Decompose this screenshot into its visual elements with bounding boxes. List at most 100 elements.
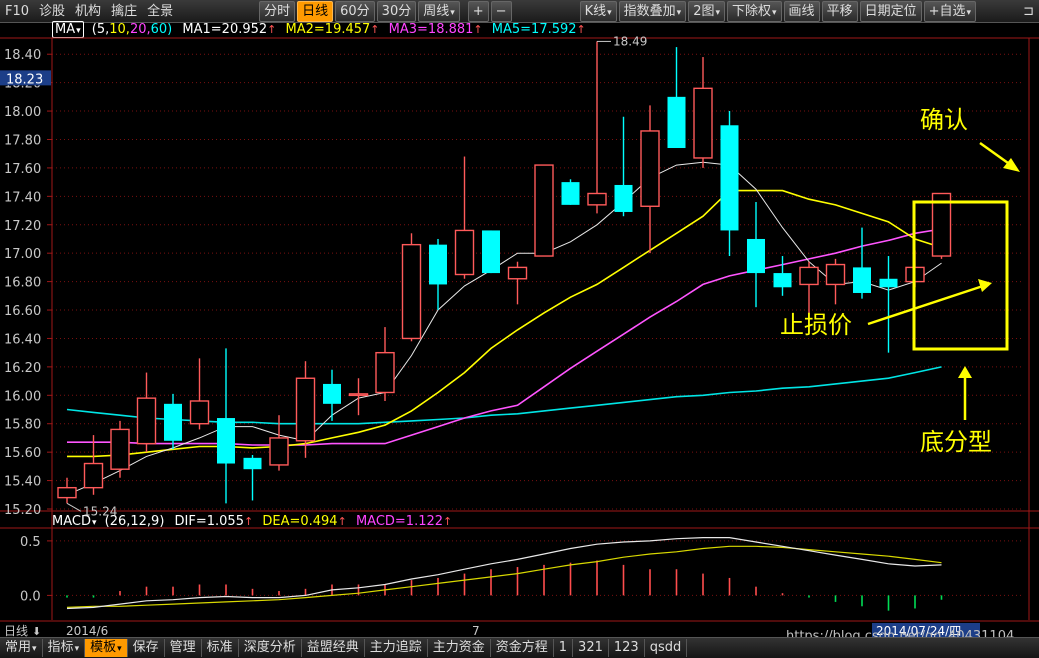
tab-template[interactable]: 模板▾	[85, 639, 128, 657]
candle	[429, 238, 447, 311]
grid-lines	[52, 53, 1023, 510]
candle-body	[269, 437, 289, 466]
candle	[454, 156, 475, 279]
bottom-tab-bar: 常用▾ 指标▾ 模板▾ 保存 管理 标准 深度分析 益盟经典 主力追踪 主力资金…	[0, 637, 1039, 658]
candle	[879, 256, 898, 353]
candle-body	[454, 229, 475, 276]
chevron-down-icon: ▾	[76, 26, 81, 36]
candle	[905, 250, 925, 288]
candle-body	[110, 428, 130, 470]
institution-button[interactable]: 机构	[71, 2, 105, 21]
overview-button[interactable]: 全景	[143, 2, 177, 21]
tab-indicator[interactable]: 指标▾	[43, 639, 86, 657]
date-locate-button[interactable]: 日期定位	[859, 0, 922, 22]
tab-main-force-tracking[interactable]: 主力追踪	[365, 639, 428, 657]
catch-dealer-button[interactable]: 擒庄	[107, 2, 141, 21]
diagnose-button[interactable]: 诊股	[35, 2, 69, 21]
period-intraday-tab[interactable]: 分时	[259, 0, 296, 22]
dif-value: DIF=1.055	[174, 514, 244, 529]
period-weekly-label: 周线	[423, 3, 450, 19]
candle-body	[507, 266, 528, 280]
candle	[931, 192, 952, 259]
candle-body	[905, 266, 925, 283]
tab-standard[interactable]: 标准	[202, 639, 239, 657]
ma-indicator-button[interactable]: MA▾	[52, 21, 84, 38]
price-tick-label: 15.40	[4, 475, 41, 490]
chevron-down-icon: ▾	[607, 7, 612, 18]
ma1-value: MA1=20.952	[182, 22, 268, 37]
ma5-line	[66, 366, 942, 425]
pan-button[interactable]: 平移	[821, 0, 858, 22]
ma-param-2: 10,	[109, 22, 130, 37]
watchlist-dropdown[interactable]: +自选▾	[923, 0, 977, 22]
candle-body	[401, 243, 422, 340]
tab-fund-equation[interactable]: 资金方程	[491, 639, 554, 657]
f10-button[interactable]: F10	[1, 2, 33, 21]
zoom-out-button[interactable]: −	[490, 0, 512, 22]
current-price-label: 18.23	[6, 72, 43, 87]
chevron-down-icon: ▾	[91, 518, 97, 528]
confirm-annotation: 确认	[920, 106, 968, 134]
up-arrow-icon: ↑	[267, 23, 277, 36]
dea-line	[66, 545, 942, 608]
stoploss-annotation: 止损价	[780, 311, 852, 339]
candle-body	[348, 393, 369, 397]
two-charts-dropdown[interactable]: 2图▾	[688, 0, 725, 22]
candle	[825, 258, 846, 305]
period-daily-tab[interactable]: 日线	[297, 0, 334, 22]
tab-common[interactable]: 常用▾	[0, 639, 43, 657]
stoploss-arrow	[867, 283, 987, 326]
tab-123[interactable]: 123	[609, 639, 645, 657]
candle	[295, 361, 316, 458]
top-toolbar: F10 诊股 机构 擒庄 全景 分时 日线 60分 30分 周线▾ + − K线…	[0, 0, 1039, 23]
macd-pane: 0.0 0.5	[20, 535, 1023, 611]
tab-qsdd[interactable]: qsdd	[645, 639, 688, 657]
tab-1[interactable]: 1	[554, 639, 574, 657]
candle	[482, 230, 500, 274]
price-tick-label: 17.00	[4, 247, 41, 262]
zoom-in-button[interactable]: +	[467, 0, 489, 22]
candle-body	[375, 351, 395, 394]
price-tick-label: 16.20	[4, 361, 41, 376]
two-charts-label: 2图	[693, 3, 715, 19]
candle-body	[295, 377, 316, 442]
index-overlay-dropdown[interactable]: 指数叠加▾	[618, 0, 687, 22]
period-30min-tab[interactable]: 30分	[376, 0, 417, 22]
candle-body	[136, 397, 157, 445]
tab-main-force-funds[interactable]: 主力资金	[428, 639, 491, 657]
candle-body	[57, 486, 77, 499]
tab-manage[interactable]: 管理	[165, 639, 202, 657]
macd-indicator-button[interactable]: MACD▾	[52, 514, 97, 529]
tab-template-label: 模板	[90, 640, 117, 655]
x-mid-label: 7	[472, 624, 480, 638]
candle	[401, 233, 422, 342]
candle-body	[720, 125, 739, 231]
bottom-fractal-box	[912, 200, 1009, 351]
candle	[83, 435, 104, 495]
tab-deep-analysis[interactable]: 深度分析	[239, 639, 302, 657]
watchlist-label: 自选	[939, 3, 966, 19]
period-60min-tab[interactable]: 60分	[335, 0, 375, 22]
candle	[57, 477, 77, 504]
candle-body	[482, 230, 500, 274]
kline-chart[interactable]: 15.20 15.40 15.60 15.80 16.00 16.20 16.40 16.60…	[0, 0, 1039, 657]
kline-dropdown[interactable]: K线▾	[579, 0, 617, 22]
tab-save[interactable]: 保存	[128, 639, 165, 657]
kline-label: K线	[584, 3, 607, 19]
chevron-down-icon: ▾	[74, 644, 80, 654]
candle-body	[243, 457, 262, 470]
period-weekly-dropdown[interactable]: 周线▾	[418, 0, 460, 22]
price-tick-label: 16.80	[4, 276, 41, 291]
candle	[720, 111, 739, 257]
draw-line-button[interactable]: 画线	[783, 0, 820, 22]
collapse-icon[interactable]: ⊐	[1019, 2, 1038, 21]
candle	[534, 164, 554, 257]
tab-321[interactable]: 321	[573, 639, 609, 657]
tab-emoney-classic[interactable]: 益盟经典	[302, 639, 365, 657]
candle	[164, 393, 182, 450]
candle	[773, 256, 792, 296]
candle	[375, 327, 395, 401]
ex-rights-dropdown[interactable]: 下除权▾	[727, 0, 782, 22]
candle-body	[693, 87, 713, 159]
plus-icon: +	[928, 3, 940, 19]
